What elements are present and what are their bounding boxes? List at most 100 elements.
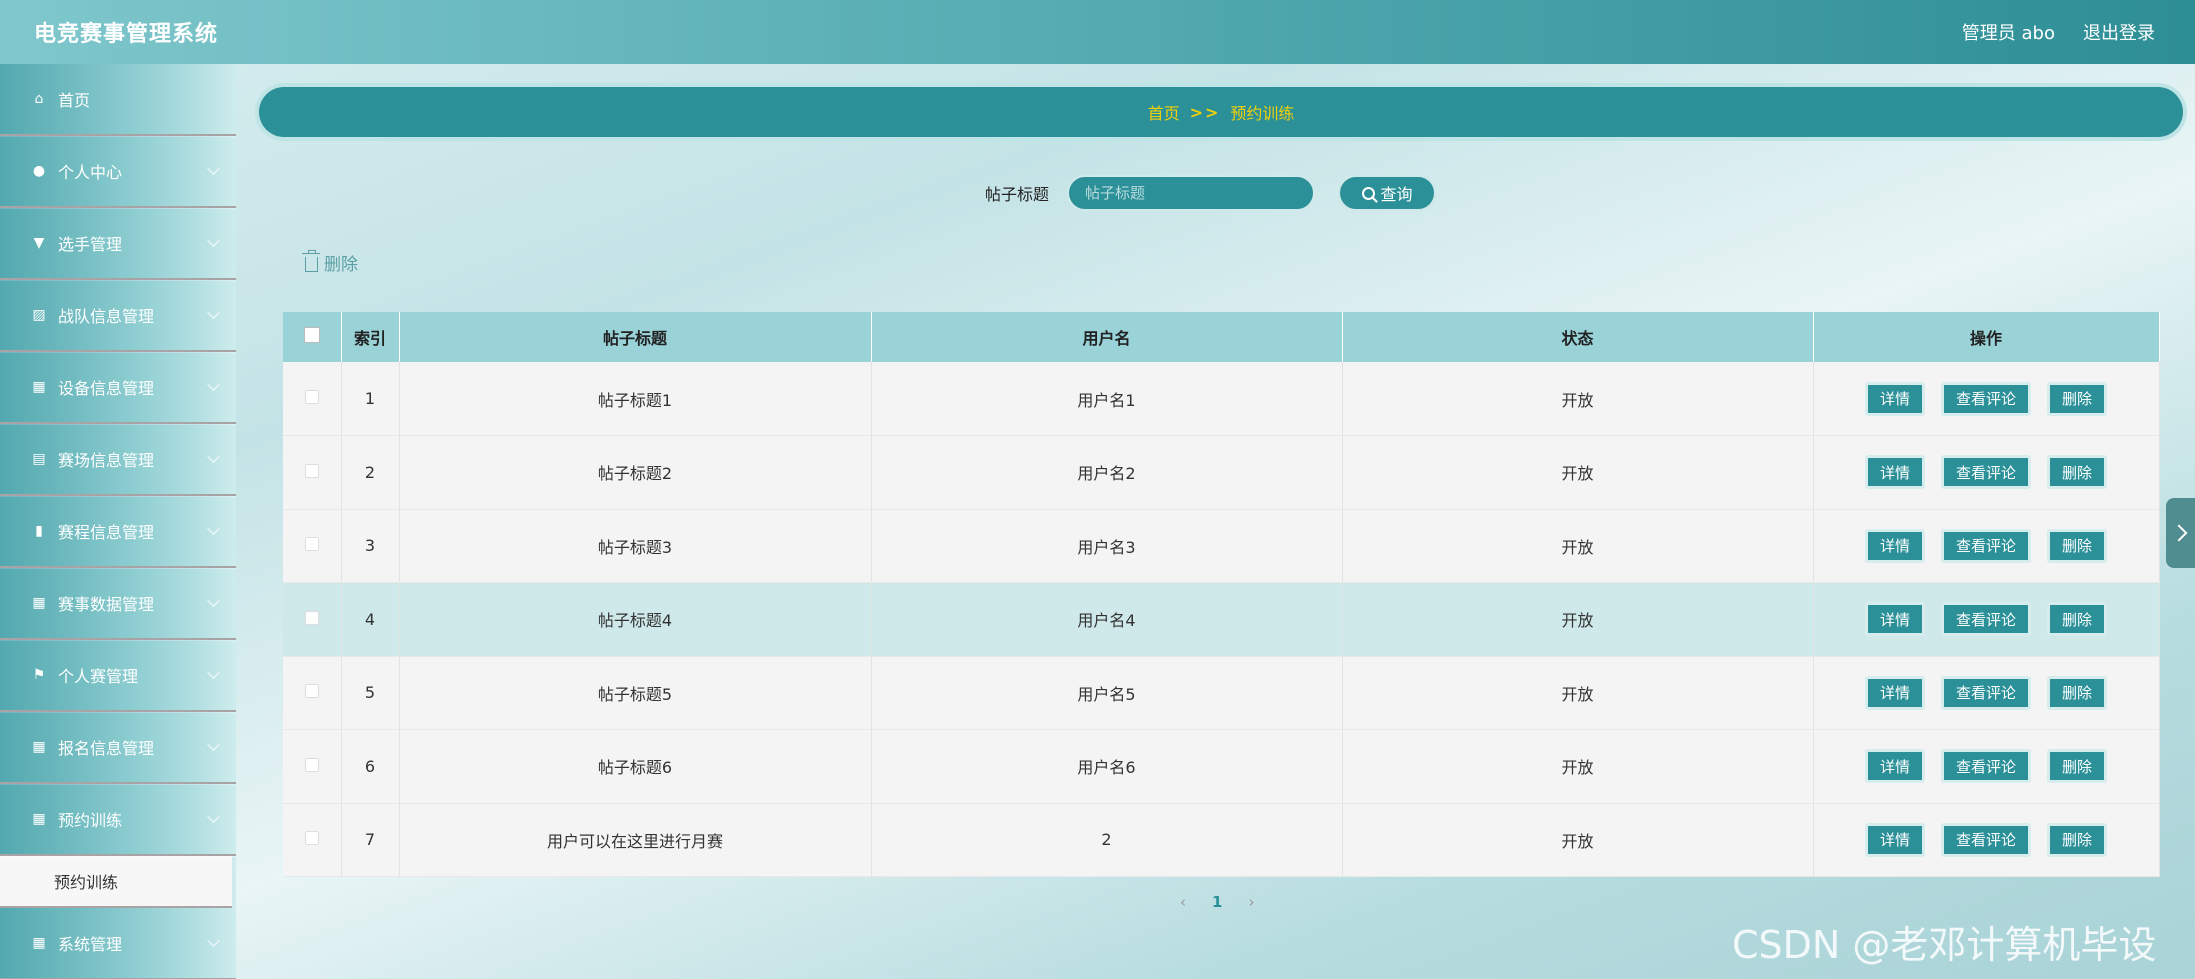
player-icon: ▼ [33, 235, 45, 251]
cell-username: 用户名5 [871, 656, 1343, 730]
breadcrumb-current: 预约训练 [1230, 104, 1295, 123]
sidebar-item-venues[interactable]: ▤ 赛场信息管理 [0, 424, 236, 496]
cell-index: 1 [341, 362, 400, 436]
sidebar-item-label: 选手管理 [58, 235, 123, 254]
logout-link[interactable]: 退出登录 [2083, 19, 2155, 45]
row-checkbox[interactable] [304, 463, 319, 478]
chevron-down-icon [207, 162, 220, 175]
sidebar-item-registration[interactable]: ▦ 报名信息管理 [0, 712, 236, 784]
sidebar-item-label: 个人赛管理 [58, 667, 139, 686]
sidebar-item-label: 首页 [58, 91, 91, 110]
cell-index: 5 [341, 656, 400, 730]
view-comments-button[interactable]: 查看评论 [1940, 528, 2031, 563]
row-checkbox[interactable] [304, 537, 319, 552]
sidebar-item-match-data[interactable]: ▦ 赛事数据管理 [0, 568, 236, 640]
detail-button[interactable]: 详情 [1864, 822, 1925, 857]
sidebar-item-label: 设备信息管理 [58, 379, 155, 398]
sidebar-subitem-training[interactable]: 预约训练 [0, 856, 232, 908]
chevron-down-icon [207, 666, 220, 679]
row-delete-button[interactable]: 删除 [2047, 602, 2108, 637]
cell-username: 用户名1 [871, 362, 1343, 436]
sidebar-item-label: 预约训练 [58, 811, 123, 830]
detail-button[interactable]: 详情 [1864, 381, 1925, 416]
row-delete-button[interactable]: 删除 [2047, 822, 2108, 857]
search-bar: 帖子标题 查询 [985, 174, 1438, 212]
cell-actions: 详情 查看评论 删除 [1813, 803, 2160, 877]
search-input[interactable] [1067, 175, 1316, 211]
sidebar-item-label: 系统管理 [58, 935, 123, 954]
cell-title: 用户可以在这里进行月赛 [399, 803, 872, 877]
detail-button[interactable]: 详情 [1864, 528, 1925, 563]
row-checkbox[interactable] [304, 610, 319, 625]
chevron-down-icon [207, 522, 220, 535]
row-delete-button[interactable]: 删除 [2047, 381, 2108, 416]
breadcrumb-home[interactable]: 首页 [1148, 100, 1180, 124]
view-comments-button[interactable]: 查看评论 [1940, 455, 2031, 490]
cell-index: 2 [341, 435, 400, 510]
sidebar-item-label: 报名信息管理 [58, 739, 155, 758]
cell-username: 用户名6 [871, 729, 1343, 804]
sidebar-item-schedule[interactable]: ▮ 赛程信息管理 [0, 496, 236, 568]
chevron-right-icon [2170, 524, 2187, 542]
sidebar-item-players[interactable]: ▼ 选手管理 [0, 208, 236, 280]
sidebar-item-equipment[interactable]: ▦ 设备信息管理 [0, 352, 236, 424]
sidebar-item-profile[interactable]: ● 个人中心 [0, 136, 236, 208]
column-header-username: 用户名 [871, 312, 1343, 362]
next-page-button[interactable]: › [1248, 893, 1254, 911]
side-panel-toggle[interactable] [2166, 498, 2195, 568]
view-comments-button[interactable]: 查看评论 [1940, 675, 2031, 710]
view-comments-button[interactable]: 查看评论 [1940, 381, 2031, 416]
cell-title: 帖子标题5 [399, 656, 872, 730]
table-row: 3 帖子标题3 用户名3 开放 详情 查看评论 删除 [283, 509, 2160, 583]
cell-index: 3 [341, 509, 400, 583]
page-number[interactable]: 1 [1212, 893, 1222, 911]
select-all-cell [283, 312, 342, 362]
table-row: 4 帖子标题4 用户名4 开放 详情 查看评论 删除 [283, 582, 2160, 657]
row-delete-button[interactable]: 删除 [2047, 455, 2108, 490]
cell-actions: 详情 查看评论 删除 [1813, 656, 2160, 730]
detail-button[interactable]: 详情 [1864, 602, 1925, 637]
select-all-checkbox[interactable] [303, 327, 320, 343]
view-comments-button[interactable]: 查看评论 [1940, 822, 2031, 857]
sidebar-item-system[interactable]: ▦ 系统管理 [0, 908, 236, 979]
row-delete-button[interactable]: 删除 [2047, 528, 2108, 563]
sidebar-item-home[interactable]: ⌂ 首页 [0, 64, 236, 136]
row-checkbox[interactable] [304, 684, 319, 699]
table-header-row: 索引 帖子标题 用户名 状态 操作 [283, 312, 2160, 362]
row-checkbox[interactable] [304, 390, 319, 404]
view-comments-button[interactable]: 查看评论 [1940, 602, 2031, 637]
column-header-actions: 操作 [1813, 312, 2160, 362]
cell-username: 用户名4 [871, 582, 1343, 657]
sidebar-item-label: 赛事数据管理 [58, 595, 155, 614]
chevron-down-icon [207, 378, 220, 391]
row-checkbox[interactable] [304, 831, 319, 846]
view-comments-button[interactable]: 查看评论 [1940, 749, 2031, 784]
prev-page-button[interactable]: ‹ [1180, 893, 1186, 911]
sidebar-item-training[interactable]: ▦ 预约训练 [0, 784, 236, 856]
row-checkbox[interactable] [304, 757, 319, 772]
breadcrumb-separator: >> [1189, 102, 1221, 122]
table-row: 2 帖子标题2 用户名2 开放 详情 查看评论 删除 [283, 435, 2160, 510]
row-delete-button[interactable]: 删除 [2047, 675, 2108, 710]
grid-icon: ▦ [32, 811, 46, 827]
breadcrumb: 首页 >> 预约训练 [259, 87, 2183, 137]
user-icon: ● [32, 163, 46, 179]
cell-title: 帖子标题6 [399, 729, 872, 804]
table-row: 6 帖子标题6 用户名6 开放 详情 查看评论 删除 [283, 729, 2160, 804]
sidebar-item-teams[interactable]: ▨ 战队信息管理 [0, 280, 236, 352]
sidebar-item-label: 赛程信息管理 [58, 523, 155, 542]
detail-button[interactable]: 详情 [1864, 455, 1925, 490]
cell-status: 开放 [1342, 803, 1814, 877]
row-delete-button[interactable]: 删除 [2047, 749, 2108, 784]
detail-button[interactable]: 详情 [1864, 749, 1925, 784]
search-button[interactable]: 查询 [1337, 174, 1438, 212]
sidebar-item-solo-matches[interactable]: ⚑ 个人赛管理 [0, 640, 236, 712]
chevron-down-icon [207, 234, 220, 247]
column-header-title: 帖子标题 [399, 312, 872, 362]
grid-icon: ▦ [32, 935, 46, 951]
detail-button[interactable]: 详情 [1864, 675, 1925, 710]
cell-status: 开放 [1342, 729, 1814, 804]
row-select-cell [283, 656, 342, 730]
flag-icon: ⚑ [32, 667, 46, 683]
bulk-delete-button[interactable]: 删除 [302, 249, 358, 275]
